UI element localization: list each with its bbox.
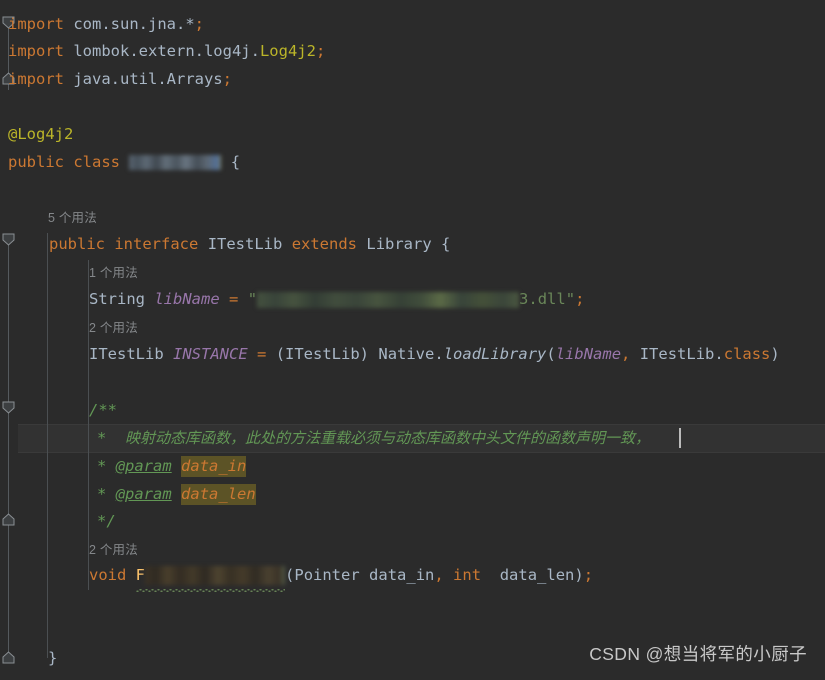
keyword-class: class	[73, 153, 121, 171]
code-line-javadoc-close[interactable]: */	[97, 508, 116, 536]
comma: ,	[434, 566, 444, 584]
keyword-public: public	[49, 235, 105, 253]
method-loadlibrary: loadLibrary	[443, 345, 547, 363]
code-line-instance-field[interactable]: ITestLib INSTANCE = (ITestLib) Native.lo…	[89, 341, 780, 369]
cast-itestlib: (ITestLib)	[275, 345, 370, 363]
code-editor[interactable]: import com.sun.jna.*; import lombok.exte…	[0, 0, 825, 680]
code-line-annotation-log4j2[interactable]: @Log4j2	[8, 121, 73, 149]
paren-open: (	[546, 345, 556, 363]
keyword-public: public	[8, 153, 64, 171]
code-line-import-arrays[interactable]: import java.util.Arrays;	[8, 66, 232, 94]
field-instance: INSTANCE	[173, 345, 248, 363]
import-path-jna: com.sun.jna.	[64, 15, 186, 33]
interface-open-brace: {	[441, 235, 451, 253]
field-libname: libName	[154, 290, 220, 308]
code-line-javadoc-param-data-in[interactable]: * @param data_in	[97, 453, 247, 481]
param-type-int: int	[453, 566, 482, 584]
semicolon: ;	[583, 566, 594, 584]
class-open-brace: {	[230, 153, 241, 171]
keyword-extends: extends	[291, 235, 358, 253]
paren-close: )	[770, 345, 780, 363]
method-name-prefix: F	[135, 566, 146, 584]
class-close-brace: }	[48, 649, 58, 667]
import-path-arrays: java.util.Arrays	[64, 70, 223, 88]
dot: .	[714, 345, 724, 363]
string-quote-close: "	[565, 290, 576, 308]
semicolon: ;	[222, 70, 232, 88]
keyword-import: import	[8, 15, 64, 33]
code-line-method-declaration[interactable]: void F (Pointer data_in, int data_len);	[89, 562, 594, 591]
javadoc-open: /**	[89, 401, 117, 419]
javadoc-star: *	[97, 457, 107, 475]
code-line-libname-field[interactable]: String libName = " 3.dll";	[89, 286, 584, 314]
code-line-javadoc-open[interactable]: /**	[89, 397, 117, 425]
redacted-method-name	[145, 566, 286, 585]
javadoc-description-text: 映射动态库函数，此处的方法重载必须与动态库函数中头文件的函数声明一致，	[125, 431, 651, 447]
keyword-interface: interface	[114, 235, 199, 253]
keyword-import: import	[8, 42, 64, 60]
interface-name-itestlib: ITestLib	[207, 235, 283, 253]
redacted-lib-path	[257, 291, 520, 308]
string-quote-open: "	[247, 290, 258, 308]
csdn-watermark: CSDN @想当将军的小厨子	[589, 643, 807, 664]
code-line-class-close[interactable]: }	[48, 645, 57, 673]
usage-hint-method-2[interactable]: 2 个用法	[89, 542, 138, 558]
dot: .	[434, 345, 444, 363]
code-line-import-jna[interactable]: import com.sun.jna.*;	[8, 11, 204, 39]
usage-hint-libname-1[interactable]: 1 个用法	[89, 265, 138, 281]
semicolon: ;	[194, 15, 205, 33]
redacted-class-name	[129, 155, 222, 170]
javadoc-star: *	[97, 429, 107, 447]
annotation-log4j2: @Log4j2	[8, 125, 74, 143]
keyword-void: void	[89, 566, 127, 584]
semicolon: ;	[575, 290, 585, 308]
javadoc-param-name-data-in: data_in	[181, 456, 247, 477]
semicolon: ;	[315, 42, 326, 60]
comma: ,	[621, 345, 631, 363]
text-caret	[679, 428, 681, 448]
string-value-tail: 3.dll	[519, 290, 566, 308]
paren-open: (	[285, 566, 295, 584]
code-line-import-log4j2[interactable]: import lombok.extern.log4j.Log4j2;	[8, 38, 325, 66]
arg-itestlib: ITestLib	[639, 345, 715, 363]
keyword-class-literal: class	[723, 345, 771, 363]
import-path-lombok: lombok.extern.log4j.	[64, 42, 260, 60]
arg-libname: libName	[555, 345, 622, 363]
javadoc-tag-param[interactable]: @param	[116, 485, 172, 503]
paren-close: )	[574, 566, 584, 584]
usage-hint-instance-2[interactable]: 2 个用法	[89, 320, 138, 336]
javadoc-tag-param[interactable]: @param	[116, 457, 172, 475]
assign-operator: =	[229, 290, 239, 308]
method-name-group: F	[135, 562, 286, 591]
javadoc-param-name-data-len: data_len	[181, 484, 256, 505]
super-interface-library: Library	[366, 235, 432, 253]
javadoc-close: */	[97, 512, 116, 530]
param-name-data-len: data_len	[499, 566, 575, 584]
import-wildcard: *	[185, 15, 195, 33]
param-type-pointer: Pointer	[294, 566, 360, 584]
usage-hint-class-5[interactable]: 5 个用法	[48, 210, 97, 226]
code-line-interface-declaration[interactable]: public interface ITestLib extends Librar…	[49, 231, 450, 259]
code-line-class-declaration[interactable]: public class {	[8, 149, 240, 177]
owner-native: Native	[378, 345, 435, 363]
type-string: String	[89, 290, 145, 308]
javadoc-star: *	[97, 485, 107, 503]
assign-operator: =	[257, 345, 267, 363]
code-line-javadoc-param-data-len[interactable]: * @param data_len	[97, 481, 256, 509]
keyword-import: import	[8, 70, 64, 88]
param-name-data-in: data_in	[369, 566, 435, 584]
code-line-javadoc-description[interactable]: * 映射动态库函数，此处的方法重载必须与动态库函数中头文件的函数声明一致，	[97, 425, 650, 453]
import-class-log4j2: Log4j2	[259, 42, 316, 60]
type-itestlib: ITestLib	[89, 345, 164, 363]
code-content[interactable]: import com.sun.jna.*; import lombok.exte…	[0, 0, 825, 680]
